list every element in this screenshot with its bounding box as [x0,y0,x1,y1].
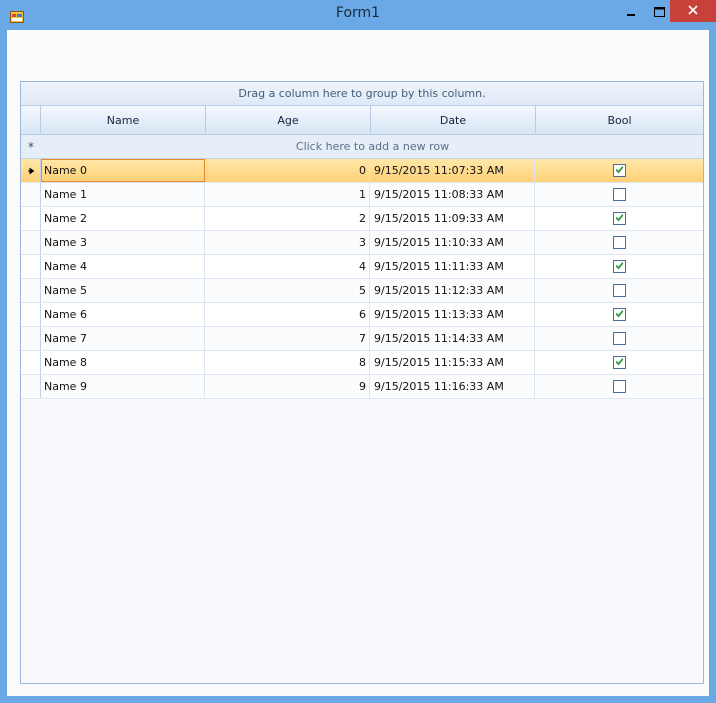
row-indicator[interactable] [21,231,41,254]
table-row[interactable]: Name 5 5 9/15/2015 11:12:33 AM [21,279,703,303]
cell-age[interactable]: 9 [206,375,370,398]
data-grid[interactable]: Drag a column here to group by this colu… [20,81,704,684]
bool-checkbox[interactable] [613,284,626,297]
cell-bool[interactable] [536,231,703,254]
row-indicator[interactable] [21,279,41,302]
row-indicator[interactable] [21,255,41,278]
cell-date[interactable]: 9/15/2015 11:10:33 AM [371,231,535,254]
column-header-row: Name Age Date Bool [21,106,703,135]
checkmark-icon [615,351,624,374]
table-row[interactable]: Name 4 4 9/15/2015 11:11:33 AM [21,255,703,279]
cell-name[interactable]: Name 6 [41,303,205,326]
cell-date[interactable]: 9/15/2015 11:11:33 AM [371,255,535,278]
bool-checkbox[interactable] [613,164,626,177]
bool-checkbox[interactable] [613,212,626,225]
cell-age[interactable]: 6 [206,303,370,326]
cell-date[interactable]: 9/15/2015 11:09:33 AM [371,207,535,230]
column-header-name[interactable]: Name [41,106,206,134]
cell-bool[interactable] [536,183,703,206]
maximize-icon [653,2,665,21]
bool-checkbox[interactable] [613,332,626,345]
new-row[interactable]: * Click here to add a new row [21,135,703,159]
bool-checkbox[interactable] [613,188,626,201]
group-by-panel[interactable]: Drag a column here to group by this colu… [21,82,703,106]
table-row[interactable]: Name 7 7 9/15/2015 11:14:33 AM [21,327,703,351]
window-title: Form1 [335,5,381,21]
column-header-age[interactable]: Age [206,106,371,134]
cell-bool[interactable] [536,351,703,374]
row-indicator[interactable] [21,207,41,230]
cell-name[interactable]: Name 9 [41,375,205,398]
bool-checkbox[interactable] [613,380,626,393]
arrow-right-icon [27,164,35,177]
table-row[interactable]: Name 1 1 9/15/2015 11:08:33 AM [21,183,703,207]
row-indicator[interactable] [21,183,41,206]
cell-bool[interactable] [536,159,703,182]
bool-checkbox[interactable] [613,236,626,249]
minimize-icon [626,2,636,21]
row-indicator[interactable] [21,327,41,350]
checkmark-icon [615,255,624,278]
row-indicator[interactable] [21,159,41,182]
cell-name[interactable]: Name 0 [41,159,205,182]
bool-checkbox[interactable] [613,260,626,273]
cell-date[interactable]: 9/15/2015 11:07:33 AM [371,159,535,182]
column-header-bool[interactable]: Bool [536,106,703,134]
maximize-button[interactable] [648,0,670,22]
cell-age[interactable]: 8 [206,351,370,374]
cell-date[interactable]: 9/15/2015 11:13:33 AM [371,303,535,326]
cell-name[interactable]: Name 8 [41,351,205,374]
table-row[interactable]: Name 0 0 9/15/2015 11:07:33 AM [21,159,703,183]
cell-age[interactable]: 4 [206,255,370,278]
row-indicator[interactable] [21,375,41,398]
table-row[interactable]: Name 3 3 9/15/2015 11:10:33 AM [21,231,703,255]
new-row-prompt[interactable]: Click here to add a new row [42,135,703,158]
title-bar[interactable]: Form1 [0,0,716,30]
column-header-date[interactable]: Date [371,106,536,134]
cell-name[interactable]: Name 1 [41,183,205,206]
bool-checkbox[interactable] [613,308,626,321]
cell-age[interactable]: 5 [206,279,370,302]
bool-checkbox[interactable] [613,356,626,369]
row-indicator[interactable] [21,351,41,374]
grid-rows: Name 0 0 9/15/2015 11:07:33 AM Name 1 1 9/15/… [21,159,703,399]
table-row[interactable]: Name 9 9 9/15/2015 11:16:33 AM [21,375,703,399]
cell-date[interactable]: 9/15/2015 11:16:33 AM [371,375,535,398]
checkmark-icon [615,207,624,230]
cell-bool[interactable] [536,279,703,302]
cell-bool[interactable] [536,207,703,230]
cell-date[interactable]: 9/15/2015 11:15:33 AM [371,351,535,374]
checkmark-icon [615,303,624,326]
cell-bool[interactable] [536,327,703,350]
checkmark-icon [615,159,624,182]
cell-age[interactable]: 3 [206,231,370,254]
cell-date[interactable]: 9/15/2015 11:14:33 AM [371,327,535,350]
cell-age[interactable]: 7 [206,327,370,350]
cell-bool[interactable] [536,303,703,326]
cell-name[interactable]: Name 2 [41,207,205,230]
close-icon [688,3,698,19]
cell-date[interactable]: 9/15/2015 11:08:33 AM [371,183,535,206]
cell-name[interactable]: Name 7 [41,327,205,350]
table-row[interactable]: Name 8 8 9/15/2015 11:15:33 AM [21,351,703,375]
table-row[interactable]: Name 6 6 9/15/2015 11:13:33 AM [21,303,703,327]
table-row[interactable]: Name 2 2 9/15/2015 11:09:33 AM [21,207,703,231]
cell-name[interactable]: Name 4 [41,255,205,278]
cell-age[interactable]: 0 [206,159,370,182]
minimize-button[interactable] [620,0,642,22]
form1-window: Form1 Drag a column here to group by thi… [0,0,716,703]
cell-date[interactable]: 9/15/2015 11:12:33 AM [371,279,535,302]
cell-bool[interactable] [536,375,703,398]
header-corner [21,106,41,134]
cell-name[interactable]: Name 5 [41,279,205,302]
cell-name[interactable]: Name 3 [41,231,205,254]
close-button[interactable] [670,0,716,22]
form-client-area: Drag a column here to group by this colu… [7,30,709,696]
row-indicator[interactable] [21,303,41,326]
cell-age[interactable]: 1 [206,183,370,206]
new-row-indicator: * [28,139,34,154]
cell-age[interactable]: 2 [206,207,370,230]
cell-bool[interactable] [536,255,703,278]
